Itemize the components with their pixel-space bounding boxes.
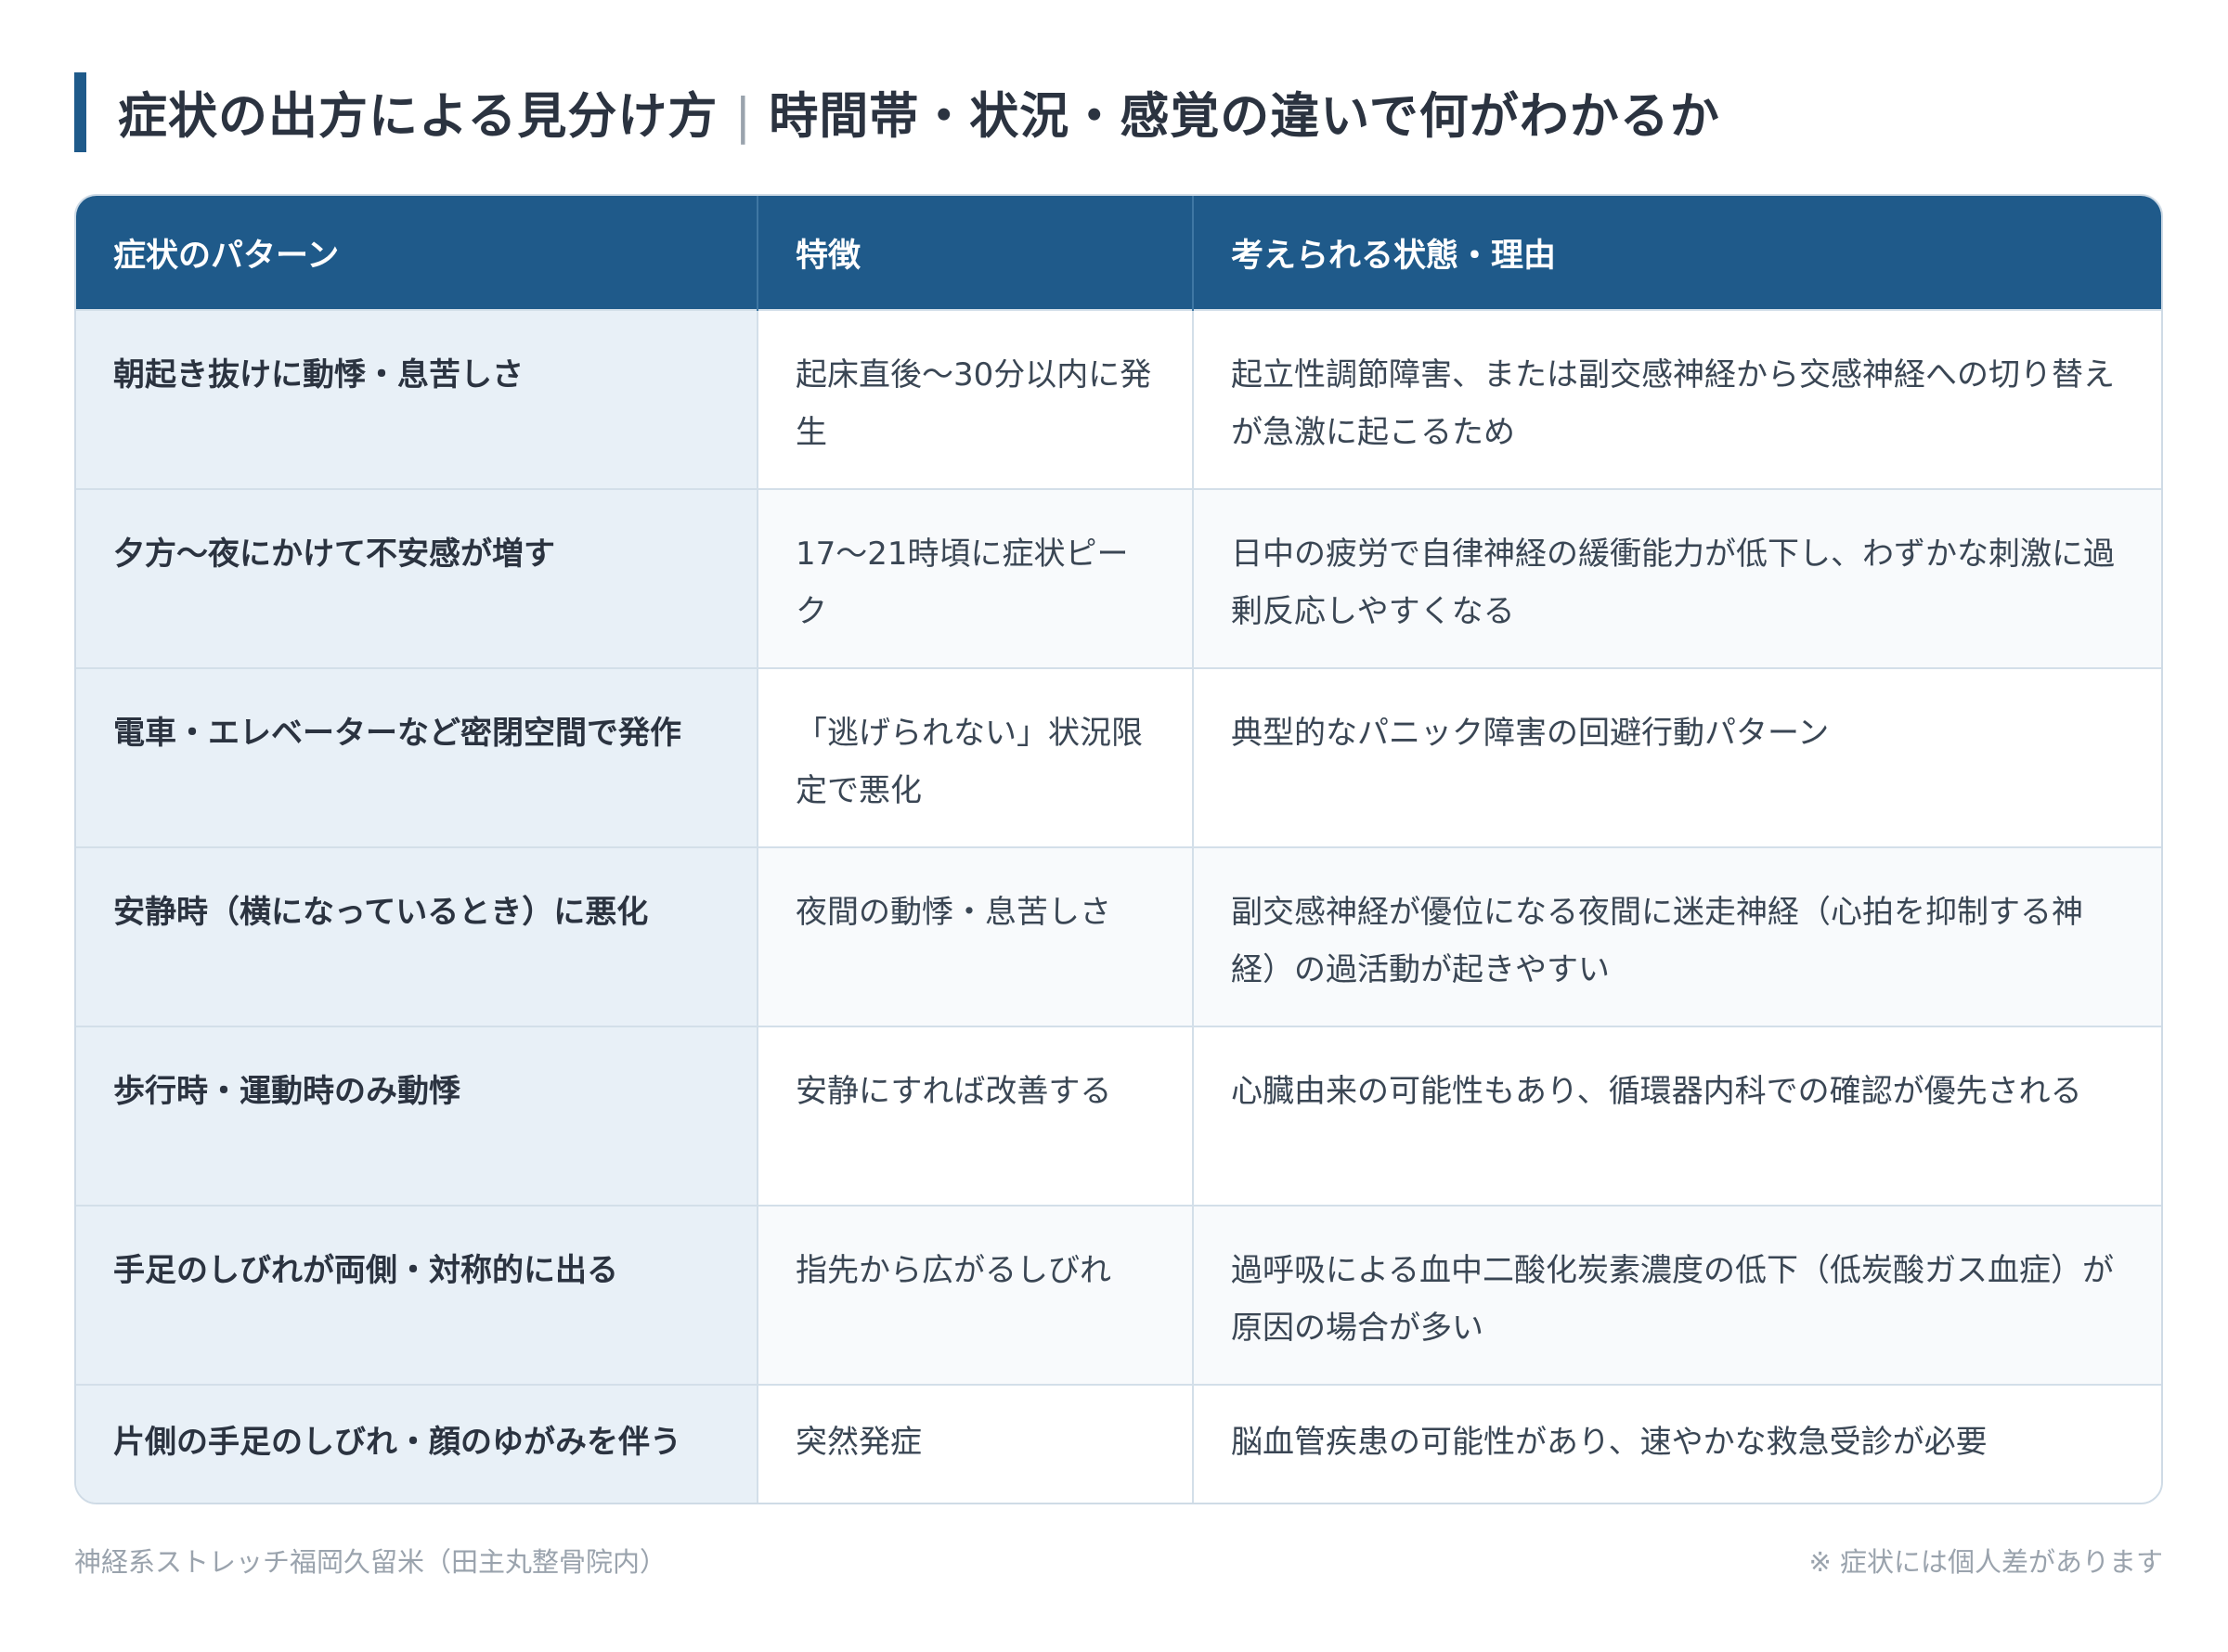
feature-cell: 起床直後〜30分以内に発生 bbox=[758, 310, 1194, 489]
table-header-row: 症状のパターン 特徴 考えられる状態・理由 bbox=[76, 196, 2161, 310]
page-title-main: 症状の出方による見分け方 bbox=[118, 88, 719, 145]
reason-cell: 典型的なパニック障害の回避行動パターン bbox=[1193, 668, 2161, 847]
symptom-table: 症状のパターン 特徴 考えられる状態・理由 朝起き抜けに動悸・息苦しさ 起床直後… bbox=[76, 196, 2161, 1503]
table-row: 夕方〜夜にかけて不安感が増す 17〜21時頃に症状ピーク 日中の疲労で自律神経の… bbox=[76, 489, 2161, 668]
page-title: 症状の出方による見分け方 | 時間帯・状況・感覚の違いで何がわかるか bbox=[118, 77, 1720, 148]
table-row: 手足のしびれが両側・対称的に出る 指先から広がるしびれ 過呼吸による血中二酸化炭… bbox=[76, 1206, 2161, 1385]
disclaimer-note: ※ 症状には個人差があります bbox=[1808, 1546, 2163, 1578]
page-title-block: 症状の出方による見分け方 | 時間帯・状況・感覚の違いで何がわかるか bbox=[74, 72, 1720, 152]
pattern-cell: 安静時（横になっているとき）に悪化 bbox=[76, 847, 758, 1026]
header-feature: 特徴 bbox=[758, 196, 1194, 310]
reason-cell: 心臓由来の可能性もあり、循環器内科での確認が優先される bbox=[1193, 1026, 2161, 1206]
table-row: 電車・エレベーターなど密閉空間で発作 「逃げられない」状況限定で悪化 典型的なパ… bbox=[76, 668, 2161, 847]
pattern-cell: 夕方〜夜にかけて不安感が増す bbox=[76, 489, 758, 668]
pattern-cell: 手足のしびれが両側・対称的に出る bbox=[76, 1206, 758, 1385]
pattern-cell: 片側の手足のしびれ・顔のゆがみを伴う bbox=[76, 1385, 758, 1503]
reason-cell: 副交感神経が優位になる夜間に迷走神経（心拍を抑制する神経）の過活動が起きやすい bbox=[1193, 847, 2161, 1026]
reason-cell: 日中の疲労で自律神経の緩衝能力が低下し、わずかな刺激に過剰反応しやすくなる bbox=[1193, 489, 2161, 668]
symptom-table-card: 症状のパターン 特徴 考えられる状態・理由 朝起き抜けに動悸・息苦しさ 起床直後… bbox=[74, 194, 2163, 1504]
feature-cell: 指先から広がるしびれ bbox=[758, 1206, 1194, 1385]
pattern-cell: 歩行時・運動時のみ動悸 bbox=[76, 1026, 758, 1206]
reason-cell: 脳血管疾患の可能性があり、速やかな救急受診が必要 bbox=[1193, 1385, 2161, 1503]
source-credit: 神経系ストレッチ福岡久留米（田主丸整骨院内） bbox=[74, 1546, 667, 1578]
pattern-cell: 電車・エレベーターなど密閉空間で発作 bbox=[76, 668, 758, 847]
title-accent-bar bbox=[74, 72, 86, 152]
feature-cell: 「逃げられない」状況限定で悪化 bbox=[758, 668, 1194, 847]
feature-cell: 突然発症 bbox=[758, 1385, 1194, 1503]
header-pattern: 症状のパターン bbox=[76, 196, 758, 310]
feature-cell: 17〜21時頃に症状ピーク bbox=[758, 489, 1194, 668]
pattern-cell: 朝起き抜けに動悸・息苦しさ bbox=[76, 310, 758, 489]
title-separator: | bbox=[734, 88, 753, 145]
table-row: 朝起き抜けに動悸・息苦しさ 起床直後〜30分以内に発生 起立性調節障害、または副… bbox=[76, 310, 2161, 489]
reason-cell: 起立性調節障害、または副交感神経から交感神経への切り替えが急激に起こるため bbox=[1193, 310, 2161, 489]
header-reason: 考えられる状態・理由 bbox=[1231, 237, 1557, 275]
feature-cell: 夜間の動悸・息苦しさ bbox=[758, 847, 1194, 1026]
table-row: 安静時（横になっているとき）に悪化 夜間の動悸・息苦しさ 副交感神経が優位になる… bbox=[76, 847, 2161, 1026]
table-row: 歩行時・運動時のみ動悸 安静にすれば改善する 心臓由来の可能性もあり、循環器内科… bbox=[76, 1026, 2161, 1206]
feature-cell: 安静にすれば改善する bbox=[758, 1026, 1194, 1206]
reason-cell: 過呼吸による血中二酸化炭素濃度の低下（低炭酸ガス血症）が原因の場合が多い bbox=[1193, 1206, 2161, 1385]
page-title-sub: 時間帯・状況・感覚の違いで何がわかるか bbox=[769, 88, 1720, 145]
table-row: 片側の手足のしびれ・顔のゆがみを伴う 突然発症 脳血管疾患の可能性があり、速やか… bbox=[76, 1385, 2161, 1503]
